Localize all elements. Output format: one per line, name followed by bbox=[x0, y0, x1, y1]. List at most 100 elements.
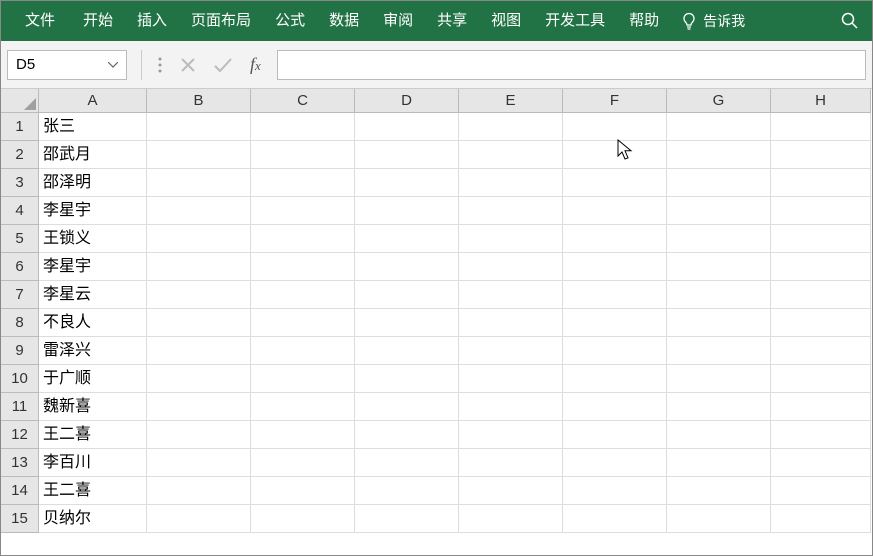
cell-C1[interactable] bbox=[251, 113, 355, 141]
cell-G15[interactable] bbox=[667, 505, 771, 533]
cell-C2[interactable] bbox=[251, 141, 355, 169]
cell-D15[interactable] bbox=[355, 505, 459, 533]
row-header-6[interactable]: 6 bbox=[1, 253, 39, 281]
cell-F12[interactable] bbox=[563, 421, 667, 449]
enter-icon[interactable] bbox=[214, 58, 232, 72]
cell-C12[interactable] bbox=[251, 421, 355, 449]
cell-E7[interactable] bbox=[459, 281, 563, 309]
cell-B4[interactable] bbox=[147, 197, 251, 225]
cell-H12[interactable] bbox=[771, 421, 871, 449]
cell-H8[interactable] bbox=[771, 309, 871, 337]
cell-H5[interactable] bbox=[771, 225, 871, 253]
cell-D6[interactable] bbox=[355, 253, 459, 281]
cell-A2[interactable]: 邵武月 bbox=[39, 141, 147, 169]
cell-B6[interactable] bbox=[147, 253, 251, 281]
cell-D14[interactable] bbox=[355, 477, 459, 505]
row-header-1[interactable]: 1 bbox=[1, 113, 39, 141]
ribbon-tab-view[interactable]: 视图 bbox=[479, 1, 533, 41]
cell-B11[interactable] bbox=[147, 393, 251, 421]
cell-H10[interactable] bbox=[771, 365, 871, 393]
cell-E6[interactable] bbox=[459, 253, 563, 281]
cell-F11[interactable] bbox=[563, 393, 667, 421]
ribbon-tab-share[interactable]: 共享 bbox=[425, 1, 479, 41]
row-header-5[interactable]: 5 bbox=[1, 225, 39, 253]
formula-input[interactable] bbox=[277, 50, 866, 80]
cell-C7[interactable] bbox=[251, 281, 355, 309]
cell-B12[interactable] bbox=[147, 421, 251, 449]
row-header-7[interactable]: 7 bbox=[1, 281, 39, 309]
cell-F8[interactable] bbox=[563, 309, 667, 337]
cell-G13[interactable] bbox=[667, 449, 771, 477]
ribbon-tab-data[interactable]: 数据 bbox=[317, 1, 371, 41]
cell-B15[interactable] bbox=[147, 505, 251, 533]
cell-C3[interactable] bbox=[251, 169, 355, 197]
cell-C11[interactable] bbox=[251, 393, 355, 421]
cell-F1[interactable] bbox=[563, 113, 667, 141]
cell-G4[interactable] bbox=[667, 197, 771, 225]
cell-B7[interactable] bbox=[147, 281, 251, 309]
cell-B9[interactable] bbox=[147, 337, 251, 365]
row-header-14[interactable]: 14 bbox=[1, 477, 39, 505]
cell-D2[interactable] bbox=[355, 141, 459, 169]
row-header-4[interactable]: 4 bbox=[1, 197, 39, 225]
cell-E10[interactable] bbox=[459, 365, 563, 393]
cell-B10[interactable] bbox=[147, 365, 251, 393]
ribbon-tab-formulas[interactable]: 公式 bbox=[263, 1, 317, 41]
cell-A4[interactable]: 李星宇 bbox=[39, 197, 147, 225]
cancel-icon[interactable] bbox=[180, 57, 196, 73]
cell-A3[interactable]: 邵泽明 bbox=[39, 169, 147, 197]
column-header-B[interactable]: B bbox=[147, 89, 251, 113]
cell-H13[interactable] bbox=[771, 449, 871, 477]
cell-C4[interactable] bbox=[251, 197, 355, 225]
cell-E15[interactable] bbox=[459, 505, 563, 533]
cell-G7[interactable] bbox=[667, 281, 771, 309]
ribbon-tab-insert[interactable]: 插入 bbox=[125, 1, 179, 41]
cell-F7[interactable] bbox=[563, 281, 667, 309]
vdots-icon[interactable] bbox=[156, 55, 164, 75]
cell-C10[interactable] bbox=[251, 365, 355, 393]
cell-F9[interactable] bbox=[563, 337, 667, 365]
cell-H2[interactable] bbox=[771, 141, 871, 169]
row-header-12[interactable]: 12 bbox=[1, 421, 39, 449]
ribbon-tell-me[interactable]: 告诉我 bbox=[671, 11, 745, 31]
cell-F2[interactable] bbox=[563, 141, 667, 169]
fx-icon[interactable]: fx bbox=[250, 54, 261, 75]
cell-H3[interactable] bbox=[771, 169, 871, 197]
cell-D11[interactable] bbox=[355, 393, 459, 421]
cell-G14[interactable] bbox=[667, 477, 771, 505]
cell-A11[interactable]: 魏新喜 bbox=[39, 393, 147, 421]
cell-G11[interactable] bbox=[667, 393, 771, 421]
cell-A7[interactable]: 李星云 bbox=[39, 281, 147, 309]
cell-H15[interactable] bbox=[771, 505, 871, 533]
cell-A12[interactable]: 王二喜 bbox=[39, 421, 147, 449]
ribbon-search[interactable] bbox=[840, 11, 864, 31]
cell-A15[interactable]: 贝纳尔 bbox=[39, 505, 147, 533]
cell-A5[interactable]: 王锁义 bbox=[39, 225, 147, 253]
cell-E3[interactable] bbox=[459, 169, 563, 197]
cell-F13[interactable] bbox=[563, 449, 667, 477]
cell-C8[interactable] bbox=[251, 309, 355, 337]
cell-H11[interactable] bbox=[771, 393, 871, 421]
cell-B8[interactable] bbox=[147, 309, 251, 337]
cell-A8[interactable]: 不良人 bbox=[39, 309, 147, 337]
cell-E13[interactable] bbox=[459, 449, 563, 477]
cell-G10[interactable] bbox=[667, 365, 771, 393]
cell-H9[interactable] bbox=[771, 337, 871, 365]
row-header-13[interactable]: 13 bbox=[1, 449, 39, 477]
cell-A14[interactable]: 王二喜 bbox=[39, 477, 147, 505]
cell-F4[interactable] bbox=[563, 197, 667, 225]
row-header-10[interactable]: 10 bbox=[1, 365, 39, 393]
cell-D13[interactable] bbox=[355, 449, 459, 477]
cell-B1[interactable] bbox=[147, 113, 251, 141]
cell-A13[interactable]: 李百川 bbox=[39, 449, 147, 477]
cell-B5[interactable] bbox=[147, 225, 251, 253]
cell-E11[interactable] bbox=[459, 393, 563, 421]
cell-E8[interactable] bbox=[459, 309, 563, 337]
cell-E14[interactable] bbox=[459, 477, 563, 505]
cell-F3[interactable] bbox=[563, 169, 667, 197]
cell-G9[interactable] bbox=[667, 337, 771, 365]
column-header-H[interactable]: H bbox=[771, 89, 871, 113]
column-header-E[interactable]: E bbox=[459, 89, 563, 113]
cell-E4[interactable] bbox=[459, 197, 563, 225]
cell-F6[interactable] bbox=[563, 253, 667, 281]
